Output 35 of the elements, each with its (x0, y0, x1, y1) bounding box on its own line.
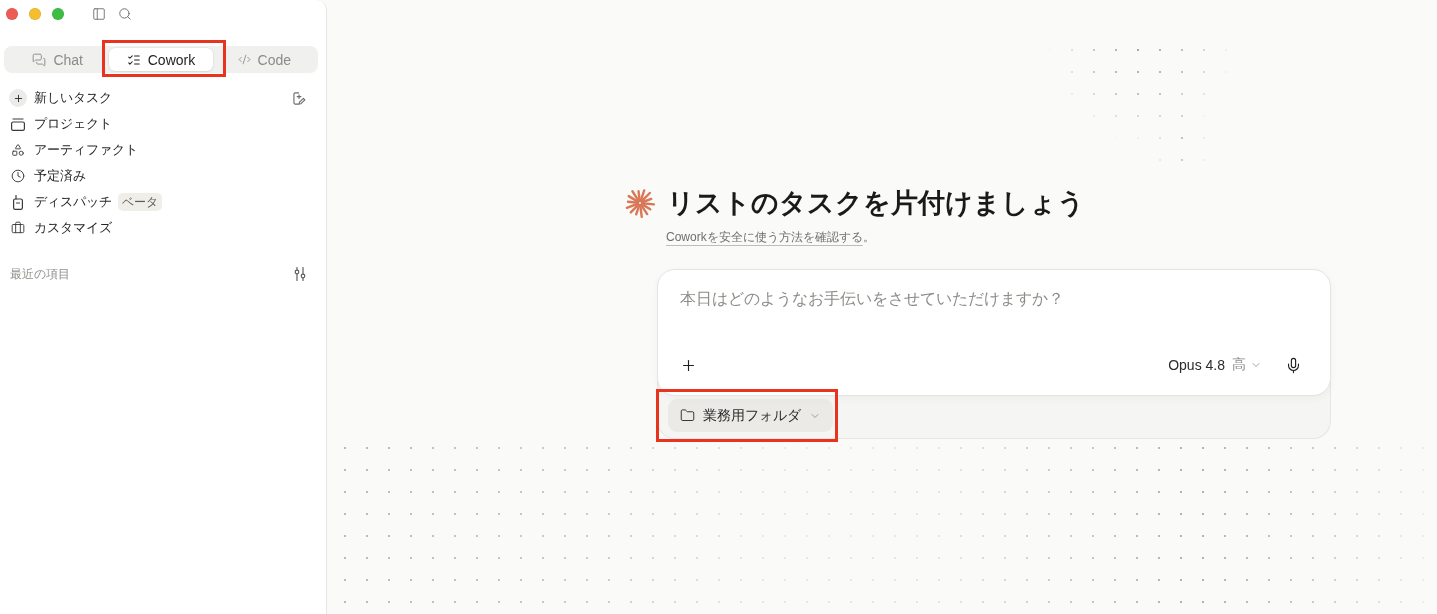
nav-item[interactable]: 予定済み (4, 163, 86, 189)
nav-item[interactable]: カスタマイズ (4, 215, 112, 241)
prompt-input[interactable]: 本日はどのようなお手伝いをさせていただけますか？ (680, 287, 1308, 313)
pen-square-icon (293, 91, 306, 105)
recent-heading: 最近の項目 (10, 266, 70, 282)
close-button[interactable] (6, 8, 18, 20)
checklist-icon (126, 52, 141, 67)
starburst-icon (625, 188, 655, 218)
chat-bubbles-icon (32, 52, 47, 67)
page-heading: リストのタスクを片付けましょう (667, 187, 1085, 220)
help-link[interactable]: Coworkを安全に使う方法を確認する (666, 230, 863, 244)
plus-icon (9, 89, 27, 107)
search-icon[interactable] (118, 7, 132, 21)
filter-button[interactable] (294, 267, 306, 281)
sliders-icon (294, 267, 306, 281)
nav-item[interactable]: ディスパッチ (4, 189, 112, 215)
nav-item[interactable]: プロジェクト (4, 111, 112, 137)
maximize-button[interactable] (52, 8, 64, 20)
minimize-button[interactable] (29, 8, 41, 20)
nav-item[interactable]: アーティファクト (4, 137, 138, 163)
sidebar-toggle-icon[interactable] (92, 7, 106, 21)
briefcase-icon (11, 221, 25, 235)
mode-tab[interactable]: Cowork (109, 48, 213, 71)
help-text: Coworkを安全に使う方法を確認する。 (666, 229, 875, 245)
compose-button[interactable] (293, 91, 306, 105)
folder-icon (680, 408, 695, 423)
shapes-icon (11, 143, 25, 157)
folder-selector[interactable]: 業務用フォルダ (668, 399, 833, 432)
beta-badge: ベータ (118, 193, 162, 211)
nav-item[interactable]: 新しいタスク (4, 85, 112, 111)
code-icon (237, 53, 251, 66)
clock-icon (11, 169, 25, 183)
card-stack-icon (11, 117, 25, 131)
walkie-talkie-icon (13, 194, 23, 210)
model-selector[interactable]: Opus 4.8 高 (1168, 356, 1262, 374)
